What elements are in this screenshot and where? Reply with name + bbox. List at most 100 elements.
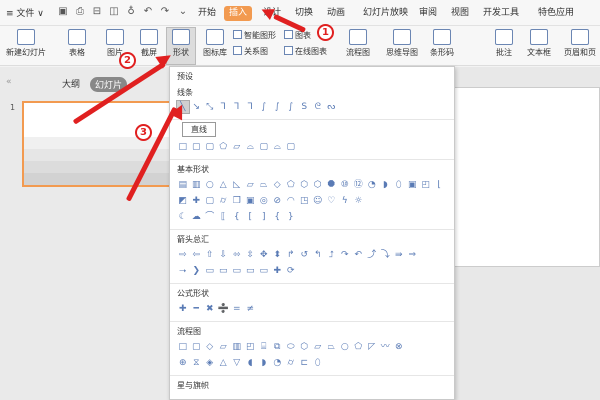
left-up-arrow-icon[interactable]: ↰ xyxy=(311,249,325,261)
right-brace-icon[interactable]: } xyxy=(284,211,298,223)
chord-icon[interactable]: ◗ xyxy=(379,179,393,191)
export-icon[interactable]: ⎙ xyxy=(73,5,87,19)
hexagon-icon[interactable]: ⬡ xyxy=(298,179,312,191)
new-slide-button[interactable]: 新建幻灯片 xyxy=(6,29,46,58)
trapezoid-icon[interactable]: ⏢ xyxy=(257,179,271,191)
magnetic-disk-icon[interactable]: ⌭ xyxy=(284,357,298,369)
decagon-icon[interactable]: ⑩ xyxy=(338,179,352,191)
half-frame-icon[interactable]: ◰ xyxy=(419,179,433,191)
quad-arrow-icon[interactable]: ✥ xyxy=(257,249,271,261)
tab-insert[interactable]: 插入 xyxy=(224,6,253,21)
tab-transition[interactable]: 切换 xyxy=(290,6,318,21)
tab-developer[interactable]: 开发工具 xyxy=(478,6,524,21)
merge-icon[interactable]: ▽ xyxy=(230,357,244,369)
alternate-process-icon[interactable]: ▢ xyxy=(190,341,204,353)
direct-storage-icon[interactable]: ⊏ xyxy=(298,357,312,369)
snip-diagonal-icon[interactable]: ▱ xyxy=(230,141,244,153)
chevron-icon[interactable]: ❯ xyxy=(190,265,204,277)
summing-junction-icon[interactable]: ⊗ xyxy=(392,341,406,353)
elbow-double-arrow-icon[interactable]: Ꞁ xyxy=(244,101,258,113)
double-bracket-icon[interactable]: ⟦ xyxy=(217,211,231,223)
cross-icon[interactable]: ✚ xyxy=(190,195,204,207)
print-icon[interactable]: ⊟ xyxy=(90,5,104,19)
curved-down-arrow-icon[interactable]: ⤵ xyxy=(379,249,393,261)
divide-icon[interactable]: ➗ xyxy=(217,303,231,315)
card-icon[interactable]: ◸ xyxy=(365,341,379,353)
pentagon-icon[interactable]: ⬠ xyxy=(284,179,298,191)
manual-input-icon[interactable]: ⏥ xyxy=(311,341,325,353)
frame-icon[interactable]: ▣ xyxy=(406,179,420,191)
relation-button[interactable]: 关系图 xyxy=(233,46,268,58)
double-arrow-line-icon[interactable]: ⤡ xyxy=(203,101,217,113)
document-icon[interactable]: ⌸ xyxy=(257,341,271,353)
octagon-icon[interactable]: ⯃ xyxy=(325,179,339,191)
redo-icon[interactable]: ↷ xyxy=(158,5,172,19)
decision-icon[interactable]: ◇ xyxy=(203,341,217,353)
lr-callout-icon[interactable]: ▭ xyxy=(257,265,271,277)
bent-up-arrow-icon[interactable]: ⮥ xyxy=(325,249,339,261)
snip-same-side-icon[interactable]: ⬠ xyxy=(217,141,231,153)
vertical-textbox-icon[interactable]: ▥ xyxy=(190,179,204,191)
header-footer-button[interactable]: 页眉和页 xyxy=(560,29,600,58)
right-triangle-icon[interactable]: ◺ xyxy=(230,179,244,191)
multidocument-icon[interactable]: ⧉ xyxy=(271,341,285,353)
smart-art-button[interactable]: 智能图形 xyxy=(233,30,276,42)
arrow-line-icon[interactable]: ↘ xyxy=(190,101,204,113)
equal-icon[interactable]: = xyxy=(230,303,244,315)
tab-features[interactable]: 特色应用 xyxy=(533,6,579,21)
scribble-icon[interactable]: ᔓ xyxy=(325,101,339,113)
pie-icon[interactable]: ◔ xyxy=(365,179,379,191)
curved-left-arrow-icon[interactable]: ↶ xyxy=(352,249,366,261)
tab-review[interactable]: 审阅 xyxy=(414,6,442,21)
left-bracket-icon[interactable]: [ xyxy=(244,211,258,223)
oval-icon[interactable]: ○ xyxy=(203,179,217,191)
process-icon[interactable]: □ xyxy=(176,341,190,353)
round-same-side-icon[interactable]: ⌓ xyxy=(271,141,285,153)
cloud-icon[interactable]: ☁ xyxy=(190,211,204,223)
curved-connector-icon[interactable]: ∫ xyxy=(257,101,271,113)
arc-icon[interactable]: ⌒ xyxy=(203,211,217,223)
or-icon[interactable]: ⊕ xyxy=(176,357,190,369)
right-arrow-icon[interactable]: ⇨ xyxy=(176,249,190,261)
minus-icon[interactable]: ━ xyxy=(190,303,204,315)
right-bracket-icon[interactable]: ] xyxy=(257,211,271,223)
save-icon[interactable]: ▣ xyxy=(56,5,70,19)
donut-icon[interactable]: ◎ xyxy=(257,195,271,207)
curved-arrow-icon[interactable]: ∫ xyxy=(271,101,285,113)
snip-rectangle-icon[interactable]: ▢ xyxy=(203,141,217,153)
tab-slideshow[interactable]: 幻灯片放映 xyxy=(358,6,413,21)
freeform-icon[interactable]: ᘓ xyxy=(311,101,325,113)
cube-icon[interactable]: ❒ xyxy=(230,195,244,207)
left-brace-icon[interactable]: { xyxy=(271,211,285,223)
triangle-icon[interactable]: △ xyxy=(217,179,231,191)
tab-animation[interactable]: 动画 xyxy=(322,6,350,21)
down-callout-icon[interactable]: ▭ xyxy=(244,265,258,277)
circular-arrow-icon[interactable]: ⟳ xyxy=(284,265,298,277)
left-arrow-icon[interactable]: ⇦ xyxy=(190,249,204,261)
file-menu[interactable]: ≡ 文件 ∨ xyxy=(6,6,44,20)
preview-icon[interactable]: ◫ xyxy=(107,5,121,19)
offpage-connector-icon[interactable]: ⬠ xyxy=(352,341,366,353)
elbow-arrow-icon[interactable]: Ꞁ xyxy=(230,101,244,113)
collapse-panel-button[interactable]: « xyxy=(6,77,12,87)
heptagon-icon[interactable]: ⬡ xyxy=(311,179,325,191)
left-right-up-arrow-icon[interactable]: ⬍ xyxy=(271,249,285,261)
round-diagonal-icon[interactable]: ▢ xyxy=(284,141,298,153)
round-snip-icon[interactable]: ⌓ xyxy=(244,141,258,153)
left-right-arrow-icon[interactable]: ⬄ xyxy=(230,249,244,261)
elbow-connector-icon[interactable]: Ꞁ xyxy=(217,101,231,113)
notched-right-arrow-icon[interactable]: ⇒ xyxy=(406,249,420,261)
delay-icon[interactable]: ◗ xyxy=(257,357,271,369)
quad-callout-icon[interactable]: ✚ xyxy=(271,265,285,277)
no-symbol-icon[interactable]: ⊘ xyxy=(271,195,285,207)
round-one-corner-icon[interactable]: ▢ xyxy=(257,141,271,153)
striped-right-arrow-icon[interactable]: ⇛ xyxy=(392,249,406,261)
l-shape-icon[interactable]: ⌊ xyxy=(433,179,447,191)
lightning-icon[interactable]: ϟ xyxy=(338,195,352,207)
heart-icon[interactable]: ♡ xyxy=(325,195,339,207)
stored-data-icon[interactable]: ◖ xyxy=(244,357,258,369)
textbox-button[interactable]: 文本框 xyxy=(522,29,556,58)
pentagon-arrow-icon[interactable]: ⭢ xyxy=(176,265,190,277)
sequential-storage-icon[interactable]: ◔ xyxy=(271,357,285,369)
mindmap-button[interactable]: 思维导图 xyxy=(380,29,424,58)
